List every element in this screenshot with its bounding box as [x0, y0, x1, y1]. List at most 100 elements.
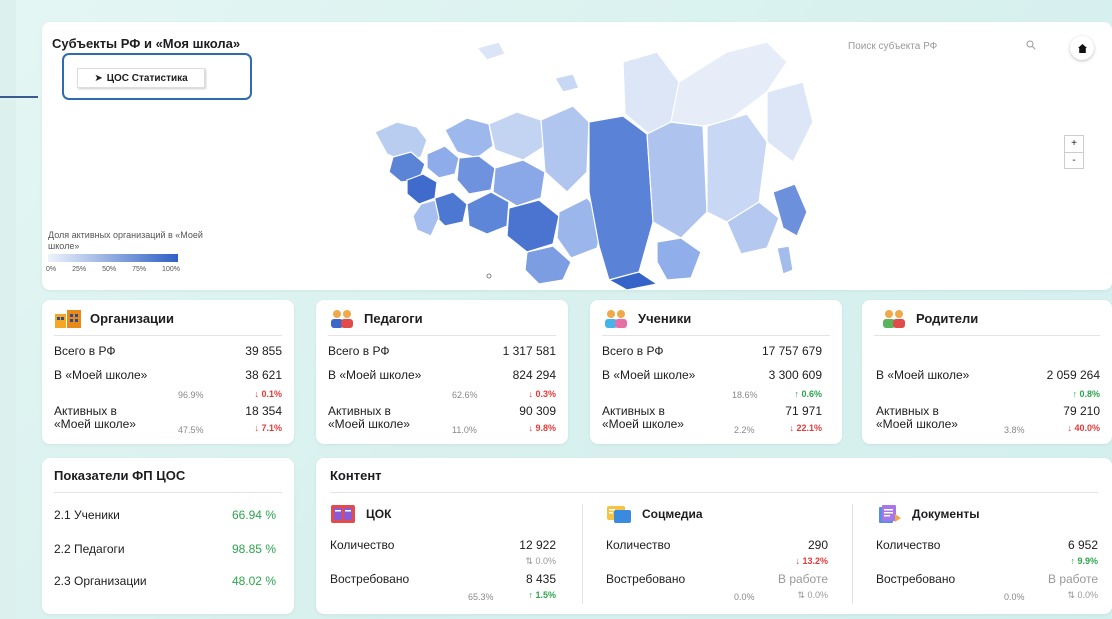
teachers-icon	[331, 310, 353, 328]
region-search-input[interactable]: Поиск субъекта РФ	[842, 34, 1042, 58]
zoom-control: + -	[1064, 135, 1084, 169]
active-label-2: «Моей школе»	[876, 417, 958, 431]
russia-map[interactable]	[327, 22, 817, 290]
students-icon	[605, 310, 627, 328]
parents-card[interactable]: Родители В «Моей школе» 2 059 264 ↑ 0.8% …	[862, 300, 1112, 444]
count-label: Количество	[876, 538, 941, 552]
active-label: Активных в	[602, 404, 665, 418]
cos-statistics-button[interactable]: ➤ ЦОС Статистика	[77, 68, 205, 88]
map-region[interactable]	[524, 245, 572, 285]
indicator-value: 98.85 %	[231, 542, 276, 556]
parents-icon	[883, 310, 905, 328]
in-school-change: ↑ 0.6%	[794, 389, 822, 399]
cos-button-label: ЦОС Статистика	[106, 72, 188, 84]
count-value: 6 952	[1067, 538, 1098, 552]
legend-tick: 25%	[72, 266, 87, 273]
column-title: ЦОК	[366, 507, 392, 521]
in-school-pct: 96.9%	[178, 390, 204, 400]
demand-label: Востребовано	[876, 572, 956, 586]
map-region[interactable]	[475, 41, 506, 61]
content-column-socmedia[interactable]: Соцмедиа Количество 290 ↓ 13.2% Востребов…	[606, 494, 828, 612]
content-column-documents[interactable]: Документы Количество 6 952 ↑ 9.9% Востреб…	[876, 494, 1098, 612]
organizations-card[interactable]: Организации Всего в РФ 39 855 В «Моей шко…	[42, 300, 294, 444]
zoom-out-button[interactable]: -	[1065, 153, 1083, 169]
in-school-pct: 62.6%	[452, 390, 478, 400]
total-label: Всего в РФ	[54, 344, 116, 358]
map-region[interactable]	[776, 245, 794, 275]
active-pct: 2.2%	[734, 425, 755, 435]
count-change: ↓ 13.2%	[795, 556, 828, 566]
indicator-label: 2.3 Организации	[54, 574, 147, 588]
teachers-card[interactable]: Педагоги Всего в РФ 1 317 581 В «Моей шко…	[316, 300, 568, 444]
cos-button-highlight: ➤ ЦОС Статистика	[62, 53, 252, 100]
map-region[interactable]	[766, 81, 814, 163]
active-change: ↓ 22.1%	[789, 423, 822, 433]
active-pct: 47.5%	[178, 425, 204, 435]
in-school-pct: 18.6%	[732, 390, 758, 400]
demand-pct: 65.3%	[468, 592, 494, 602]
active-change: ↓ 7.1%	[254, 423, 282, 433]
search-placeholder: Поиск субъекта РФ	[848, 40, 938, 52]
in-school-change: ↓ 0.1%	[254, 389, 282, 399]
indicator-value: 48.02 %	[231, 574, 276, 588]
in-school-label: В «Моей школе»	[602, 368, 696, 382]
media-icon	[607, 506, 631, 523]
active-label-2: «Моей школе»	[54, 417, 136, 431]
map-region[interactable]	[554, 73, 580, 93]
book-icon	[331, 505, 355, 523]
active-value: 90 309	[519, 404, 556, 418]
total-value: 17 757 679	[761, 344, 822, 358]
map-region[interactable]	[426, 145, 460, 179]
card-title: Педагоги	[364, 310, 423, 326]
content-title: Контент	[330, 468, 382, 483]
content-card: Контент ЦОК Количество 12 922 ⇅ 0.0% Вост…	[316, 458, 1112, 614]
active-label: Активных в	[876, 404, 939, 418]
left-accent-line	[0, 96, 38, 98]
map-region[interactable]	[506, 199, 560, 253]
map-region[interactable]	[772, 183, 808, 237]
students-card[interactable]: Ученики Всего в РФ 17 757 679 В «Моей шко…	[590, 300, 842, 444]
count-label: Количество	[330, 538, 395, 552]
in-school-label: В «Моей школе»	[328, 368, 422, 382]
map-region[interactable]	[540, 105, 590, 193]
content-column-cok[interactable]: ЦОК Количество 12 922 ⇅ 0.0% Востребовано…	[330, 494, 556, 612]
indicator-label: 2.2 Педагоги	[54, 542, 125, 556]
map-region[interactable]	[646, 121, 708, 239]
demand-label: Востребовано	[606, 572, 686, 586]
map-region[interactable]	[412, 199, 440, 237]
column-title: Соцмедиа	[642, 507, 703, 521]
demand-pct: 0.0%	[734, 592, 755, 602]
card-title: Родители	[916, 310, 979, 326]
zoom-in-button[interactable]: +	[1065, 136, 1083, 153]
total-value: 39 855	[245, 344, 282, 358]
indicator-label: 2.1 Ученики	[54, 508, 120, 522]
demand-change: ⇅ 0.0%	[797, 590, 828, 600]
in-school-value: 2 059 264	[1046, 368, 1100, 382]
left-edge-strip	[0, 0, 16, 619]
total-label: Всего в РФ	[328, 344, 390, 358]
column-title: Документы	[912, 507, 980, 521]
home-button[interactable]	[1070, 36, 1094, 60]
active-label-2: «Моей школе»	[328, 417, 410, 431]
demand-change: ↑ 1.5%	[528, 590, 556, 600]
map-island	[486, 273, 492, 279]
map-region[interactable]	[588, 115, 654, 281]
active-value: 79 210	[1063, 404, 1100, 418]
building-icon	[55, 310, 81, 328]
count-value: 290	[807, 538, 828, 552]
active-change: ↓ 9.8%	[528, 423, 556, 433]
map-region[interactable]	[406, 173, 438, 205]
active-pct: 11.0%	[452, 425, 477, 435]
active-label: Активных в	[328, 404, 391, 418]
home-icon	[1077, 43, 1087, 53]
indicator-value: 66.94 %	[231, 508, 276, 522]
map-region[interactable]	[488, 111, 546, 161]
legend-ticks: 0% 25% 50% 75% 100%	[46, 266, 180, 273]
map-region[interactable]	[656, 237, 702, 281]
count-change: ⇅ 0.0%	[525, 556, 556, 566]
map-region[interactable]	[456, 155, 496, 195]
search-icon	[1026, 40, 1036, 50]
in-school-value: 38 621	[245, 368, 282, 382]
total-value: 1 317 581	[502, 344, 556, 358]
card-title: Ученики	[638, 310, 692, 326]
